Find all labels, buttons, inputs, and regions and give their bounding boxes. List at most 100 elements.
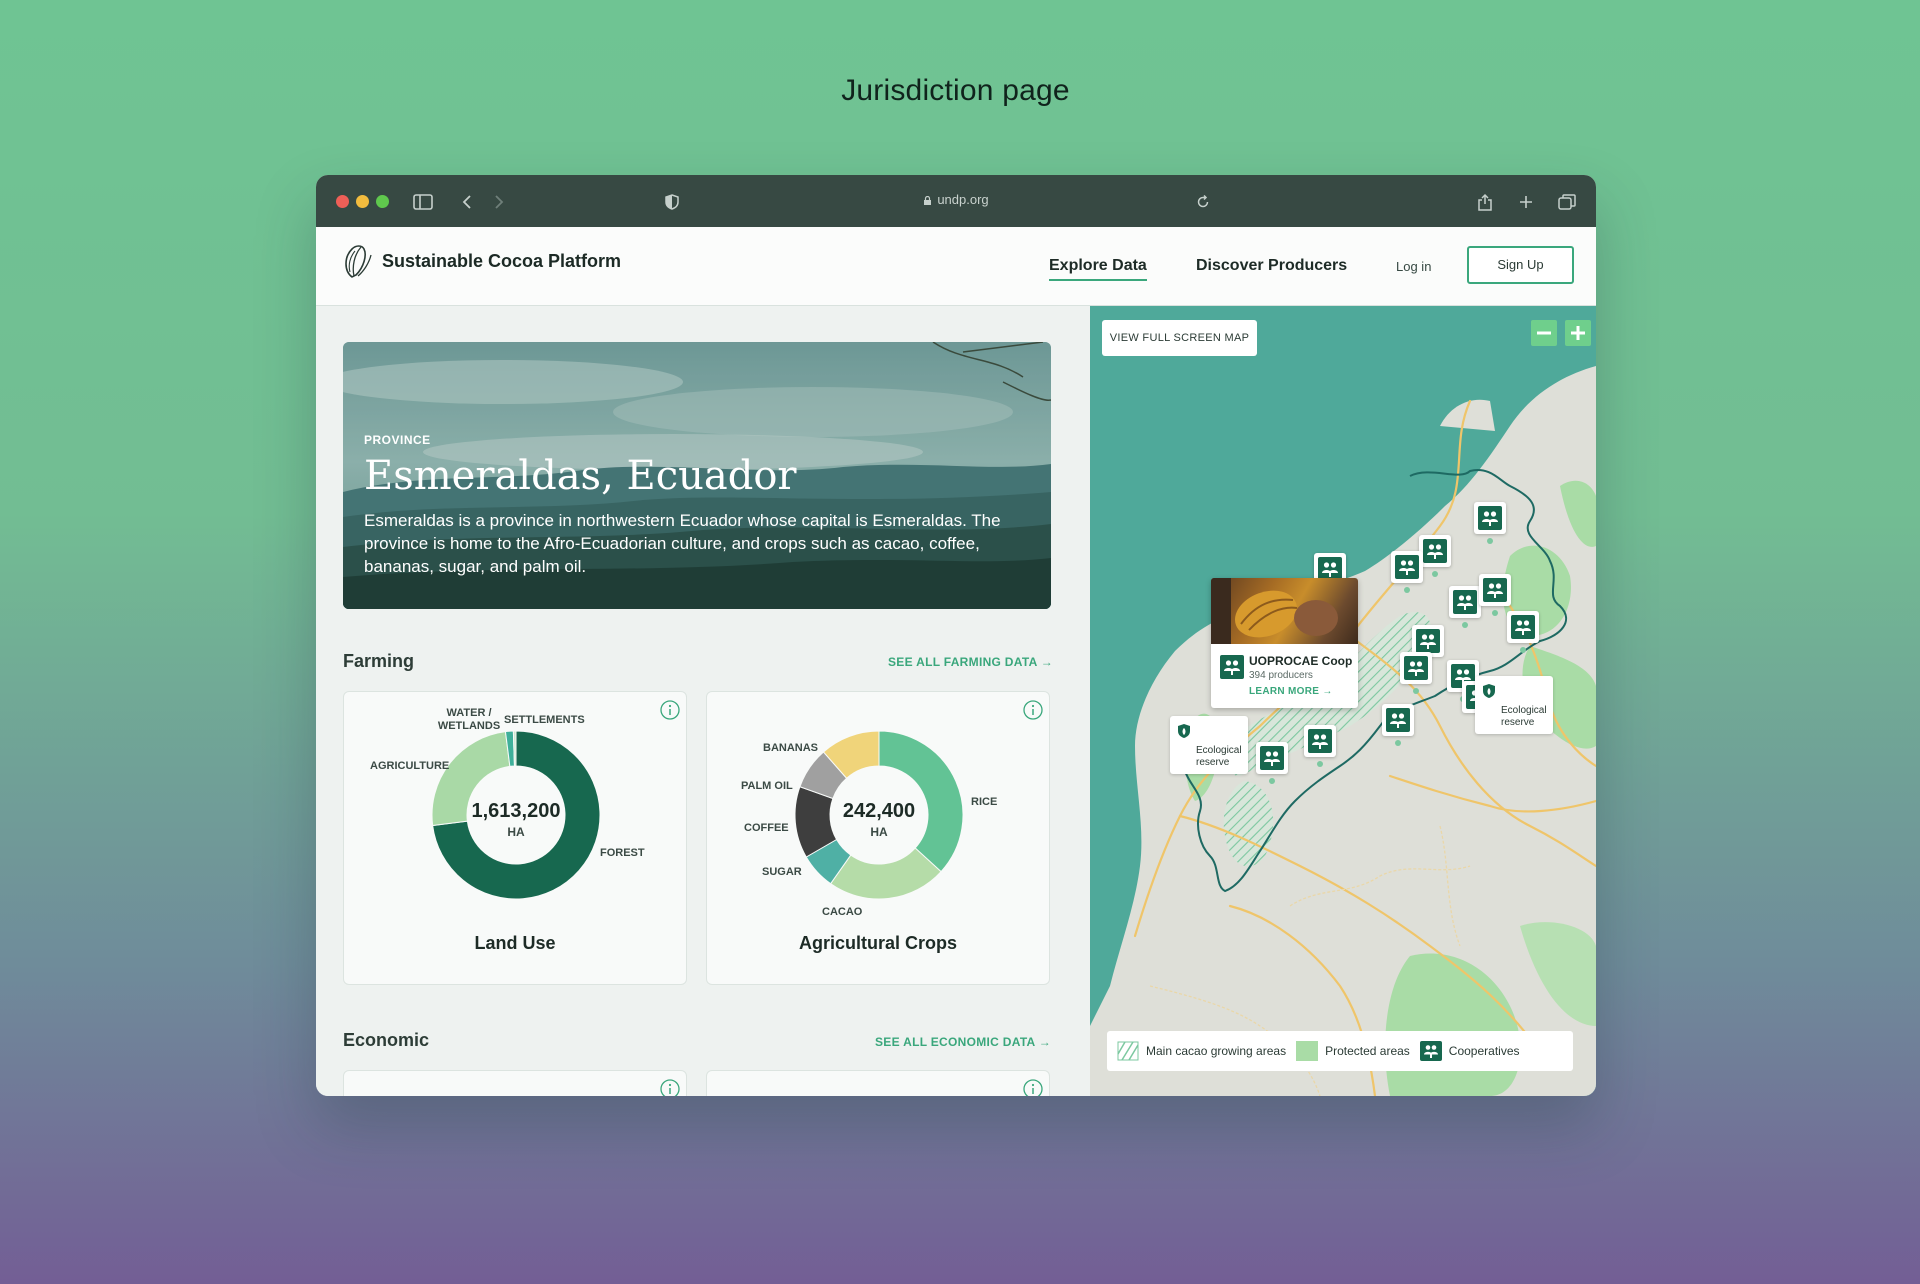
cooperative-name: UOPROCAE Coop: [1249, 654, 1353, 668]
ecological-reserve-label-2[interactable]: Ecological reserve: [1475, 676, 1553, 734]
maximize-window-button[interactable]: [376, 195, 389, 208]
main-content[interactable]: PROVINCE Esmeraldas, Ecuador Esmeraldas …: [316, 306, 1090, 1096]
cooperative-pin[interactable]: [1419, 535, 1451, 577]
browser-toolbar: undp.org: [316, 175, 1596, 227]
pin-anchor: [1462, 622, 1468, 628]
legend-protected-label: Protected areas: [1325, 1044, 1410, 1058]
label-bananas: BANANAS: [763, 742, 818, 754]
cooperative-pin[interactable]: [1391, 551, 1423, 593]
shield-leaf-icon: [1178, 724, 1190, 738]
province-title: Esmeraldas, Ecuador: [364, 453, 797, 499]
economic-section-title: Economic: [343, 1030, 430, 1050]
legend-cooperatives-label: Cooperatives: [1448, 1044, 1520, 1058]
page-heading: Jurisdiction page: [841, 74, 1070, 107]
label-agriculture: AGRICULTURE: [370, 760, 450, 772]
cooperative-popup[interactable]: UOPROCAE Coop 394 producers LEARN MORE →: [1211, 578, 1358, 708]
label-settlements: SETTLEMENTS: [504, 714, 585, 726]
back-icon[interactable]: [456, 191, 478, 213]
cooperative-icon: [1419, 1041, 1442, 1061]
learn-more-label: LEARN MORE: [1249, 686, 1320, 697]
label-palm-oil: PALM OIL: [741, 780, 793, 792]
legend-cooperatives: Cooperatives: [1419, 1041, 1520, 1061]
land-use-title: Land Use: [474, 933, 556, 953]
farming-section-title: Farming: [343, 651, 415, 671]
cooperative-icon: [1395, 555, 1419, 579]
url-text: undp.org: [937, 192, 989, 207]
forward-icon[interactable]: [488, 191, 510, 213]
crops-unit: HA: [870, 825, 888, 839]
cooperative-pin[interactable]: [1400, 652, 1432, 694]
minus-icon: [1537, 331, 1551, 335]
cooperative-icon: [1478, 506, 1502, 530]
minimize-window-button[interactable]: [356, 195, 369, 208]
cooperative-pin[interactable]: [1507, 611, 1539, 653]
cooperative-pin[interactable]: [1474, 502, 1506, 544]
ecological-reserve-label-1[interactable]: Ecological reserve: [1170, 716, 1248, 774]
cooperative-pin[interactable]: [1382, 704, 1414, 746]
cooperative-icon: [1404, 656, 1428, 680]
land-use-total: 1,613,200: [471, 800, 561, 822]
signup-button[interactable]: Sign Up: [1467, 246, 1574, 284]
see-all-farming-link[interactable]: SEE ALL FARMING DATA →: [888, 655, 1053, 669]
tabs-overview-icon[interactable]: [1556, 191, 1578, 213]
cooperative-icon: [1416, 629, 1440, 653]
cooperative-pin[interactable]: [1449, 586, 1481, 628]
province-hero: PROVINCE Esmeraldas, Ecuador Esmeraldas …: [343, 342, 1051, 609]
arrow-right-icon: →: [1040, 655, 1054, 669]
learn-more-link[interactable]: LEARN MORE →: [1249, 686, 1333, 697]
cocoa-pod-icon: [345, 245, 372, 278]
new-tab-icon[interactable]: [1515, 191, 1537, 213]
shield-icon[interactable]: [661, 191, 683, 213]
browser-window: undp.org Sustainable Cocoa Platform Expl…: [316, 175, 1596, 1096]
see-all-economic-link[interactable]: SEE ALL ECONOMIC DATA →: [875, 1035, 1051, 1049]
arrow-right-icon: →: [1038, 1035, 1052, 1049]
cooperative-icon: [1511, 615, 1535, 639]
pin-anchor: [1404, 587, 1410, 593]
pin-anchor: [1492, 610, 1498, 616]
label-forest: FOREST: [600, 847, 645, 859]
land-use-card: WATER / WETLANDS SETTLEMENTS AGRICULTURE…: [343, 691, 687, 985]
sidebar-toggle-icon[interactable]: [412, 191, 434, 213]
lock-icon: [924, 196, 932, 205]
reload-icon[interactable]: [1192, 191, 1214, 213]
label-cacao: CACAO: [822, 906, 863, 918]
arrow-right-icon: →: [1322, 686, 1333, 697]
label-sugar: SUGAR: [762, 866, 802, 878]
cooperative-icon: [1483, 578, 1507, 602]
hero-text: PROVINCE Esmeraldas, Ecuador Esmeraldas …: [364, 433, 1024, 578]
pin-anchor: [1269, 778, 1275, 784]
nav-explore-data[interactable]: Explore Data: [1049, 257, 1147, 281]
cooperative-icon: [1453, 590, 1477, 614]
zoom-in-button[interactable]: [1565, 320, 1591, 346]
brand-logo-link[interactable]: Sustainable Cocoa Platform: [342, 243, 621, 279]
pin-anchor: [1413, 688, 1419, 694]
see-all-economic-label: SEE ALL ECONOMIC DATA: [875, 1035, 1036, 1049]
legend-protected-areas: Protected areas: [1296, 1041, 1410, 1061]
land-use-unit: HA: [507, 825, 525, 839]
view-full-screen-map-button[interactable]: VIEW FULL SCREEN MAP: [1102, 320, 1257, 356]
label-coffee: COFFEE: [744, 822, 789, 834]
zoom-out-button[interactable]: [1531, 320, 1557, 346]
protected-swatch: [1296, 1041, 1319, 1061]
cooperative-pin[interactable]: [1256, 742, 1288, 784]
address-bar[interactable]: undp.org: [896, 192, 1016, 207]
legend-cacao-label: Main cacao growing areas: [1146, 1044, 1287, 1058]
pin-anchor: [1520, 647, 1526, 653]
nav-discover-producers[interactable]: Discover Producers: [1196, 257, 1347, 275]
info-icon[interactable]: [660, 1079, 680, 1096]
share-icon[interactable]: [1474, 191, 1496, 213]
province-map[interactable]: VIEW FULL SCREEN MAP Ecological reserve …: [1090, 306, 1596, 1096]
plus-icon: [1571, 326, 1585, 340]
close-window-button[interactable]: [336, 195, 349, 208]
cooperative-pin[interactable]: [1479, 574, 1511, 616]
login-link[interactable]: Log in: [1396, 259, 1431, 274]
economic-card-2: [706, 1070, 1050, 1096]
cooperative-icon: [1308, 729, 1332, 753]
cooperative-pin[interactable]: [1304, 725, 1336, 767]
ecological-reserve-text: Ecological reserve: [1196, 745, 1242, 768]
cooperative-icon: [1220, 655, 1244, 679]
info-icon[interactable]: [1023, 1079, 1043, 1096]
ecological-reserve-text: Ecological reserve: [1501, 705, 1547, 728]
brand-name: Sustainable Cocoa Platform: [382, 250, 622, 271]
agricultural-crops-card: BANANAS PALM OIL COFFEE SUGAR CACAO RICE…: [706, 691, 1050, 985]
